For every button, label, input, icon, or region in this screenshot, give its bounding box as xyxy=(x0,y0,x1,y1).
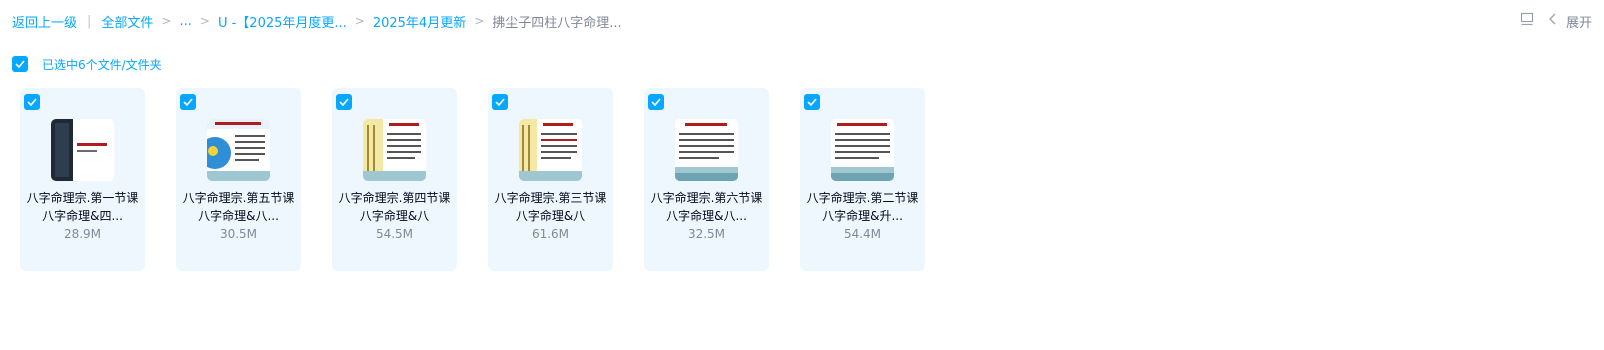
file-size: 30.5M xyxy=(219,227,258,241)
file-grid: 八字命理宗.第一节课 八字命理&四... 28.9M 八字命理宗.第五节课 八字… xyxy=(20,88,925,271)
file-checkbox[interactable] xyxy=(24,94,40,110)
breadcrumb: 返回上一级 | 全部文件 > ... > U -【2025年月度更... > 2… xyxy=(12,0,1592,42)
back-link[interactable]: 返回上一级 xyxy=(12,12,77,31)
file-name: 八字命理宗.第五节课 八字命理&八... xyxy=(182,191,295,223)
file-size: 28.9M xyxy=(63,227,102,241)
file-card[interactable]: 八字命理宗.第五节课 八字命理&八... 30.5M xyxy=(176,88,301,271)
file-card[interactable]: 八字命理宗.第四节课 八字命理&八 54.5M xyxy=(332,88,457,271)
selection-count-label: 已选中6个文件/文件夹 xyxy=(42,57,162,72)
file-name: 八字命理宗.第四节课 八字命理&八 xyxy=(338,191,451,223)
file-checkbox[interactable] xyxy=(180,94,196,110)
expand-label: 展开 xyxy=(1565,15,1592,31)
video-thumbnail xyxy=(363,119,426,181)
video-thumbnail xyxy=(51,119,114,181)
breadcrumb-current: 拂尘子四柱八字命理... xyxy=(492,15,622,31)
breadcrumb-folder-april[interactable]: 2025年4月更新 xyxy=(373,12,466,31)
file-name: 八字命理宗.第一节课 八字命理&四... xyxy=(26,191,139,223)
file-card[interactable]: 八字命理宗.第三节课 八字命理&八 61.6M xyxy=(488,88,613,271)
select-all-checkbox[interactable] xyxy=(12,56,28,72)
file-name: 八字命理宗.第三节课 八字命理&八 xyxy=(494,191,607,223)
breadcrumb-all-files[interactable]: 全部文件 xyxy=(101,12,153,31)
file-checkbox[interactable] xyxy=(648,94,664,110)
expand-button[interactable]: 展开 xyxy=(1548,12,1592,31)
topbar-actions: 展开 xyxy=(1520,0,1592,42)
chevron-left-icon xyxy=(1548,13,1558,29)
select-all-row: 已选中6个文件/文件夹 xyxy=(12,55,162,73)
file-checkbox[interactable] xyxy=(336,94,352,110)
chevron-right-icon: > xyxy=(354,14,365,28)
video-thumbnail xyxy=(831,119,894,181)
file-size: 54.4M xyxy=(843,227,882,241)
chevron-right-icon: > xyxy=(199,14,210,28)
file-checkbox[interactable] xyxy=(804,94,820,110)
video-thumbnail xyxy=(207,119,270,181)
chevron-right-icon: > xyxy=(161,14,172,28)
file-card[interactable]: 八字命理宗.第二节课 八字命理&升... 54.4M xyxy=(800,88,925,271)
file-name: 八字命理宗.第二节课 八字命理&升... xyxy=(806,191,919,223)
file-size: 54.5M xyxy=(375,227,414,241)
file-card[interactable]: 八字命理宗.第六节课 八字命理&八... 32.5M xyxy=(644,88,769,271)
file-card[interactable]: 八字命理宗.第一节课 八字命理&四... 28.9M xyxy=(20,88,145,271)
breadcrumb-ellipsis[interactable]: ... xyxy=(179,14,191,29)
video-thumbnail xyxy=(519,119,582,181)
divider: | xyxy=(87,13,92,29)
breadcrumb-folder-monthly[interactable]: U -【2025年月度更... xyxy=(218,12,347,31)
file-checkbox[interactable] xyxy=(492,94,508,110)
layout-icon[interactable] xyxy=(1520,12,1534,30)
file-name: 八字命理宗.第六节课 八字命理&八... xyxy=(650,191,763,223)
video-thumbnail xyxy=(675,119,738,181)
file-size: 61.6M xyxy=(531,227,570,241)
file-size: 32.5M xyxy=(687,227,726,241)
chevron-right-icon: > xyxy=(474,14,485,28)
